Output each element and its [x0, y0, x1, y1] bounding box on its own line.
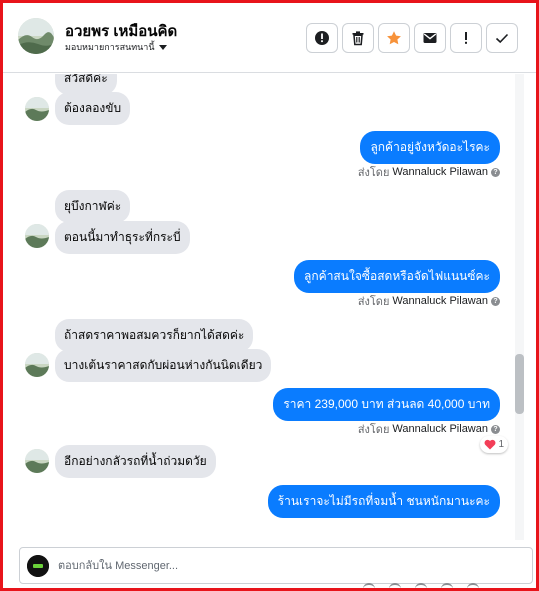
scrollbar-thumb[interactable] — [515, 354, 524, 414]
message-outgoing: ร้านเราจะไม่มีรถที่จมน้ำ ชนหนักมานะคะ — [267, 485, 500, 518]
sent-by-label: ส่งโดย Wannaluck Pilawan ? — [358, 163, 500, 181]
more-icon[interactable] — [467, 583, 479, 588]
messenger-window: อวยพร เหมือนคิด มอบหมายการสนทนานี้ สวัสด… — [0, 0, 539, 591]
contact-avatar[interactable] — [18, 18, 54, 54]
message-outgoing: ลูกค้าอยู่จังหวัดอะไรคะ — [360, 131, 500, 164]
help-icon[interactable]: ? — [491, 296, 500, 306]
envelope-icon — [423, 33, 437, 43]
sent-by-prefix: ส่งโดย — [357, 424, 390, 436]
heart-icon — [484, 439, 496, 450]
sent-by-label: ส่งโดย Wannaluck Pilawan ? — [358, 292, 500, 310]
help-icon[interactable]: ? — [491, 167, 500, 177]
assign-dropdown[interactable]: มอบหมายการสนทนานี้ — [65, 40, 167, 54]
message-incoming: ถ้าสดราคาพอสมควรก็ยากได้สดค่ะ — [55, 319, 254, 352]
spam-button[interactable] — [306, 23, 338, 53]
attachment-icon[interactable] — [363, 583, 375, 588]
message-reaction[interactable]: 1 — [480, 436, 508, 453]
star-icon — [387, 31, 401, 45]
conversation-header: อวยพร เหมือนคิด มอบหมายการสนทนานี้ — [3, 3, 536, 73]
emoji-icon[interactable] — [389, 583, 401, 588]
reply-composer — [19, 547, 533, 584]
reaction-count: 1 — [498, 439, 504, 450]
composer-tools — [363, 583, 479, 588]
exclamation-icon — [465, 32, 467, 44]
message-incoming: บางเต้นราคาสดกับผ่อนห่างกันนิดเดียว — [55, 349, 272, 382]
sticker-icon[interactable] — [441, 583, 453, 588]
message-incoming: ตอนนี้มาทำธุระที่กระบี่ — [55, 221, 190, 254]
delete-button[interactable] — [342, 23, 374, 53]
contact-avatar-small — [25, 449, 49, 473]
message-incoming: ต้องลองขับ — [55, 92, 131, 125]
help-icon[interactable]: ? — [491, 424, 500, 434]
reply-input[interactable] — [58, 556, 498, 576]
thread-scrollbar[interactable] — [515, 74, 524, 540]
chevron-down-icon — [158, 44, 167, 50]
sent-by-agent[interactable]: Wannaluck Pilawan — [392, 166, 488, 178]
contact-avatar-small — [25, 224, 49, 248]
star-button[interactable] — [378, 23, 410, 53]
message-incoming: อีกอย่างกลัวรถที่น้ำถ่วมดวัย — [55, 445, 216, 478]
contact-avatar-small — [25, 353, 49, 377]
message-outgoing: ราคา 239,000 บาท ส่วนลด 40,000 บาท — [273, 388, 500, 421]
sent-by-label: ส่งโดย Wannaluck Pilawan ? — [358, 420, 500, 438]
sent-by-prefix: ส่งโดย — [357, 167, 390, 179]
message-thread[interactable]: สวัสดีค่ะ ต้องลองขับ ลูกค้าอยู่จังหวัดอะ… — [3, 74, 536, 540]
assign-label: มอบหมายการสนทนานี้ — [65, 42, 155, 52]
message-outgoing: ลูกค้าสนใจซื้อสดหรือจัดไฟแนนซ์คะ — [294, 260, 500, 293]
conversation-toolbar — [306, 23, 518, 53]
page-avatar — [27, 555, 49, 577]
email-button[interactable] — [414, 23, 446, 53]
check-icon — [495, 33, 509, 44]
sent-by-agent[interactable]: Wannaluck Pilawan — [392, 295, 488, 307]
message-incoming: ยุบึงกาฬค่ะ — [55, 190, 131, 223]
contact-avatar-small — [25, 97, 49, 121]
follow-up-button[interactable] — [450, 23, 482, 53]
image-icon[interactable] — [415, 583, 427, 588]
sent-by-agent[interactable]: Wannaluck Pilawan — [392, 423, 488, 435]
sent-by-prefix: ส่งโดย — [357, 296, 390, 308]
alert-circle-icon — [315, 31, 329, 45]
trash-icon — [352, 31, 364, 46]
done-button[interactable] — [486, 23, 518, 53]
